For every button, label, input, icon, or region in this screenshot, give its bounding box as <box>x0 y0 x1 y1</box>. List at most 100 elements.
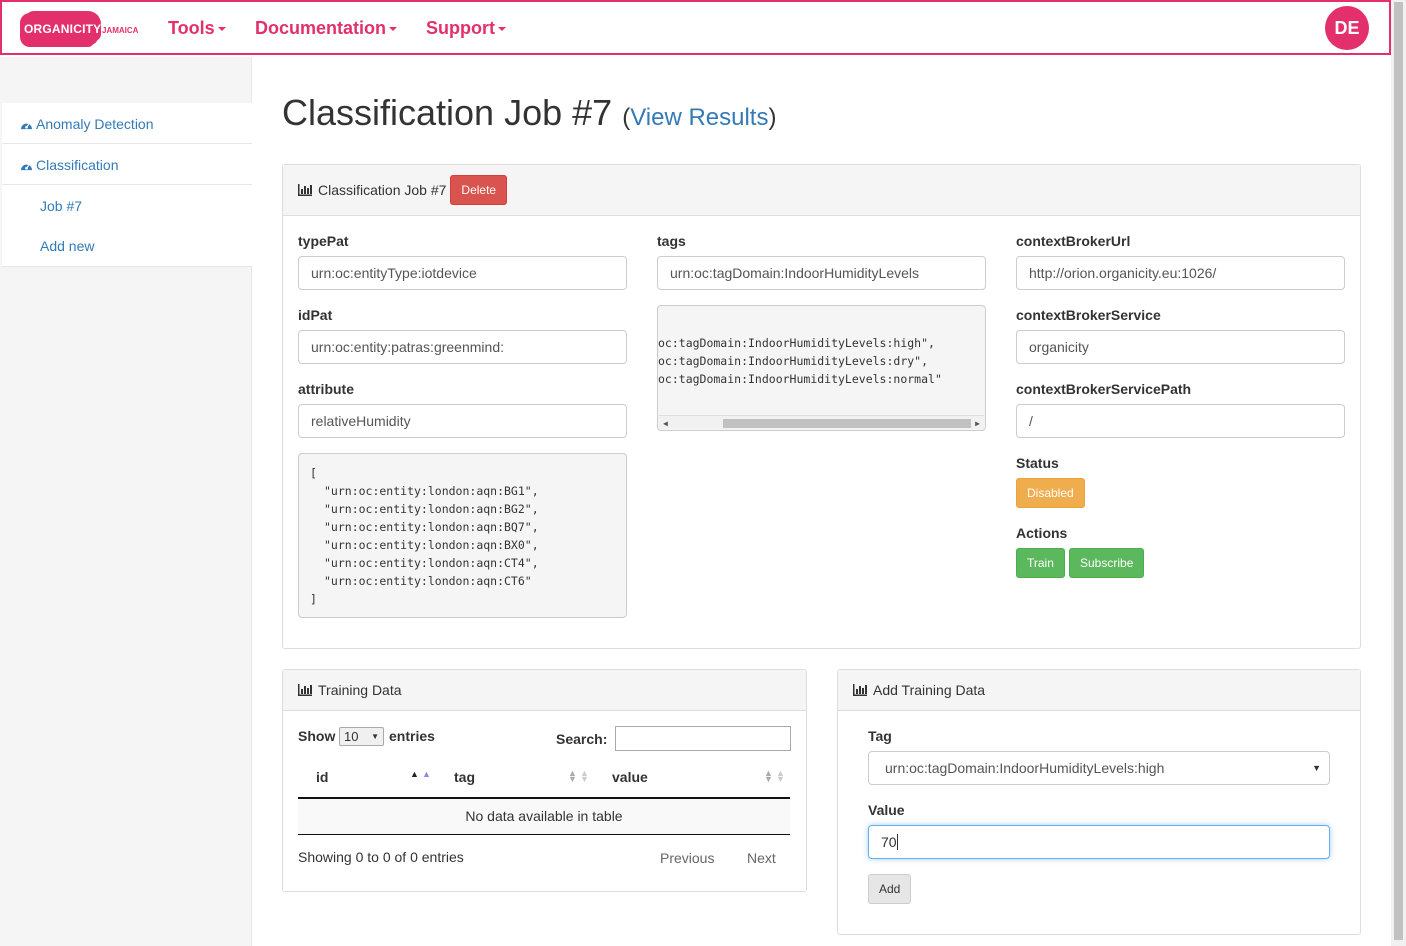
job-panel-heading: Classification Job #7 Delete <box>283 165 1360 216</box>
subscribe-button[interactable]: Subscribe <box>1069 548 1145 578</box>
page-title-text: Classification Job #7 <box>282 92 613 133</box>
sidebar-submenu: Job #7 Add new <box>2 185 252 267</box>
column-header-id[interactable]: id <box>316 769 328 785</box>
sort-asc-active-icon[interactable]: ▲ <box>422 770 431 779</box>
context-broker-service-label: contextBrokerService <box>1016 307 1161 323</box>
value-input-text: 70 <box>881 834 897 850</box>
tag-select[interactable]: urn:oc:tagDomain:IndoorHumidityLevels:hi… <box>868 751 1330 785</box>
brand-subtitle: JAMAICA <box>102 26 139 35</box>
add-training-data-panel: Add Training Data <box>837 669 1361 935</box>
code-line: oc:tagDomain:IndoorHumidityLevels:normal… <box>658 372 942 386</box>
bar-chart-icon <box>298 184 312 196</box>
idpat-label: idPat <box>298 307 333 323</box>
code-line: oc:tagDomain:IndoorHumidityLevels:high", <box>658 336 935 350</box>
sort-both-icon[interactable]: ▲ ▼ <box>568 769 577 784</box>
dashboard-icon <box>21 164 32 171</box>
code-line: "urn:oc:entity:london:aqn:BG2", <box>324 502 539 516</box>
nav-support[interactable]: Support <box>426 18 506 39</box>
text-cursor <box>896 834 898 850</box>
horizontal-scrollbar[interactable]: ◀ ▶ <box>659 415 984 429</box>
sidebar-item-classification[interactable]: Classification <box>2 144 252 185</box>
context-broker-url-input[interactable]: http://orion.organicity.eu:1026/ <box>1016 256 1345 290</box>
add-training-data-heading: Add Training Data <box>838 670 1360 711</box>
sort-both-icon[interactable]: ▲ ▼ <box>764 769 773 784</box>
context-broker-service-input[interactable]: organicity <box>1016 330 1345 364</box>
scrollbar-thumb[interactable] <box>1394 2 1403 940</box>
typepat-input[interactable]: urn:oc:entityType:iotdevice <box>298 256 627 290</box>
sidebar-item-anomaly-detection[interactable]: Anomaly Detection <box>2 103 252 144</box>
sort-asc-icon[interactable]: ▲ <box>410 770 419 779</box>
page-vertical-scrollbar[interactable] <box>1391 0 1406 946</box>
scroll-right-icon[interactable]: ▶ <box>975 419 980 428</box>
entries-label: entries <box>389 728 435 744</box>
training-data-heading: Training Data <box>283 670 806 711</box>
sidebar-subitem-job-7[interactable]: Job #7 <box>40 198 252 238</box>
sort-both-icon[interactable]: ▲ ▼ <box>580 769 589 784</box>
table-footer-divider <box>298 834 790 835</box>
status-label: Status <box>1016 455 1059 471</box>
tags-label: tags <box>657 233 686 249</box>
table-empty-row: No data available in table <box>298 799 790 834</box>
context-broker-service-path-input[interactable]: / <box>1016 404 1345 438</box>
value-input[interactable]: 70 <box>868 825 1330 859</box>
tag-label: Tag <box>868 728 892 744</box>
code-line: oc:tagDomain:IndoorHumidityLevels:dry", <box>658 354 929 368</box>
context-broker-service-path-label: contextBrokerServicePath <box>1016 381 1192 397</box>
dashboard-icon <box>21 123 32 130</box>
train-button[interactable]: Train <box>1016 548 1065 578</box>
code-line: "urn:oc:entity:london:aqn:BQ7", <box>324 520 539 534</box>
add-button[interactable]: Add <box>868 874 912 904</box>
scrollbar-thumb[interactable] <box>723 419 971 428</box>
code-line: ] <box>310 592 317 606</box>
search-label: Search: <box>556 731 608 747</box>
sidebar-subitem-add-new[interactable]: Add new <box>40 238 252 254</box>
status-badge[interactable]: Disabled <box>1016 478 1085 508</box>
show-label: Show <box>298 728 336 744</box>
entries-select-value: 10 <box>344 729 359 744</box>
scroll-left-icon[interactable]: ◀ <box>663 419 668 428</box>
chevron-down-icon: ▼ <box>1312 763 1321 773</box>
pagination-next[interactable]: Next <box>747 850 776 866</box>
nav-tools[interactable]: Tools <box>168 18 226 39</box>
caret-down-icon <box>498 27 506 32</box>
brand-name: ORGANICITY <box>24 22 102 36</box>
job-panel-title: Classification Job #7 <box>318 182 447 198</box>
delete-button[interactable]: Delete <box>450 175 508 205</box>
caret-down-icon <box>217 27 226 32</box>
table-search-input[interactable] <box>615 726 791 751</box>
column-header-tag[interactable]: tag <box>454 769 475 785</box>
value-label: Value <box>868 802 905 818</box>
idpat-input[interactable]: urn:oc:entity:patras:greenmind: <box>298 330 627 364</box>
sidebar-item-label: Classification <box>36 157 119 173</box>
caret-down-icon <box>389 27 398 32</box>
entries-select[interactable]: 10 ▼ <box>339 727 384 746</box>
code-line: "urn:oc:entity:london:aqn:CT4", <box>324 556 539 570</box>
brand-logo[interactable]: ORGANICITY JAMAICA <box>20 11 142 49</box>
bar-chart-icon <box>298 684 312 696</box>
typepat-label: typePat <box>298 233 349 249</box>
column-header-value[interactable]: value <box>612 769 648 785</box>
tags-code-block[interactable]: oc:tagDomain:IndoorHumidityLevels:high",… <box>657 305 986 431</box>
tag-select-value: urn:oc:tagDomain:IndoorHumidityLevels:hi… <box>885 760 1165 776</box>
user-avatar[interactable]: DE <box>1325 6 1369 50</box>
attribute-input[interactable]: relativeHumidity <box>298 404 627 438</box>
nav-tools-label: Tools <box>168 18 215 38</box>
tags-input[interactable]: urn:oc:tagDomain:IndoorHumidityLevels <box>657 256 986 290</box>
sort-both-icon[interactable]: ▲ ▼ <box>776 769 785 784</box>
view-results-link[interactable]: View Results <box>630 104 768 131</box>
training-data-title: Training Data <box>318 682 402 698</box>
top-navbar: ORGANICITY JAMAICA Tools Documentation S… <box>0 0 1391 55</box>
sidebar-item-label: Anomaly Detection <box>36 116 154 132</box>
context-broker-url-label: contextBrokerUrl <box>1016 233 1131 249</box>
entities-code-block: [ "urn:oc:entity:london:aqn:BG1", "urn:o… <box>298 453 627 618</box>
code-line: [ <box>310 466 317 480</box>
nav-documentation[interactable]: Documentation <box>255 18 398 39</box>
chevron-down-icon: ▼ <box>371 732 379 741</box>
pagination-previous[interactable]: Previous <box>660 850 714 866</box>
nav-documentation-label: Documentation <box>255 18 387 38</box>
actions-label: Actions <box>1016 525 1068 541</box>
page-title: Classification Job #7 (View Results) <box>282 92 776 134</box>
nav-support-label: Support <box>426 18 495 38</box>
sidebar: Anomaly Detection Classification Job #7 … <box>0 57 252 946</box>
code-line: "urn:oc:entity:london:aqn:BX0", <box>324 538 539 552</box>
